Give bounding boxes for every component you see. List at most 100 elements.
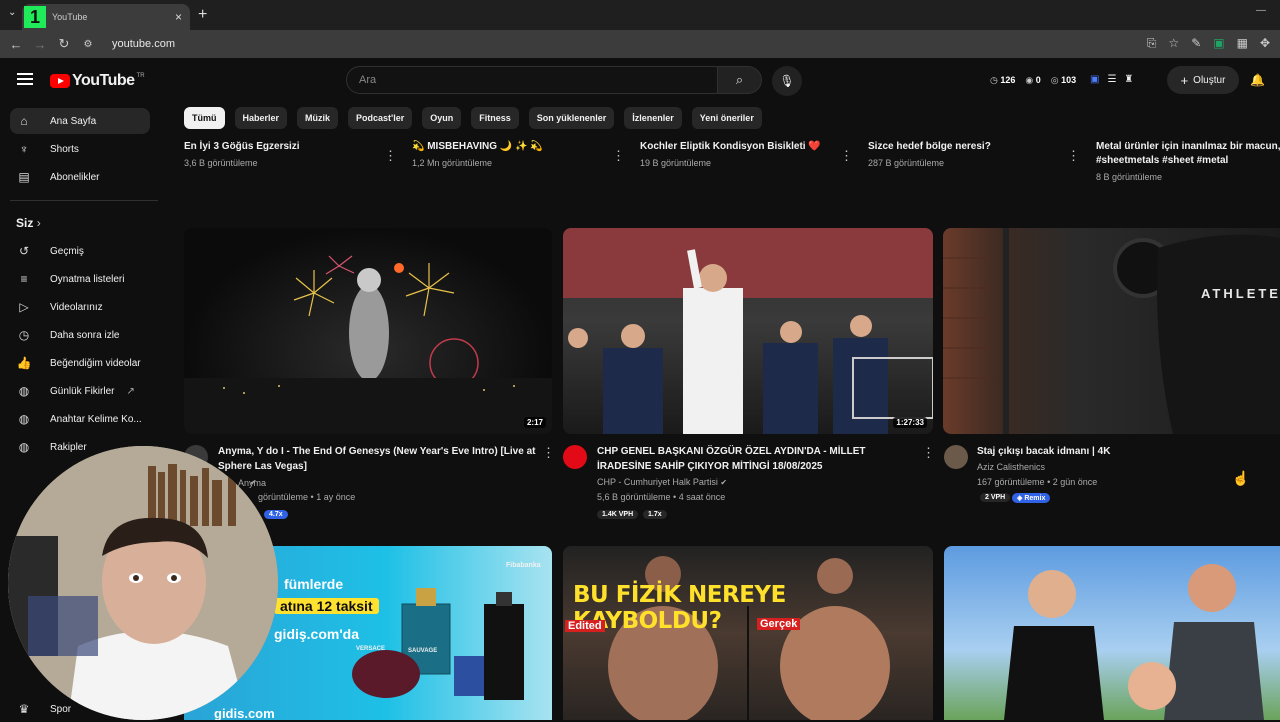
close-tab-icon[interactable]: × bbox=[175, 10, 182, 24]
chip-fitness[interactable]: Fitness bbox=[471, 107, 519, 129]
filter-chips: Tümü Haberler Müzik Podcast'ler Oyun Fit… bbox=[184, 107, 762, 129]
notifications-bell-icon[interactable]: 🔔 bbox=[1250, 73, 1265, 87]
sidebar-item-your-videos[interactable]: ▷ Videolarınız bbox=[10, 294, 150, 320]
more-actions-icon[interactable]: ⋮ bbox=[840, 148, 853, 164]
channel-name[interactable]: CHP - Cumhuriyet Halk Partisi ✔ bbox=[597, 477, 727, 487]
sidebar-item-home[interactable]: ⌂ Ana Sayfa bbox=[10, 108, 150, 134]
chip-all[interactable]: Tümü bbox=[184, 107, 225, 129]
sidebar-item-gunluk-fikirler[interactable]: ◍ Günlük Fikirler ↗ bbox=[10, 378, 150, 404]
more-actions-icon[interactable]: ⋮ bbox=[612, 148, 625, 164]
verified-icon: ✔ bbox=[250, 478, 257, 487]
short-item[interactable]: Kochler Eliptik Kondisyon Bisikleti ❤️ 1… bbox=[640, 140, 840, 168]
sidebar-item-history[interactable]: ↺ Geçmiş bbox=[10, 238, 150, 264]
short-item[interactable]: 💫 MISBEHAVING 🌙 ✨ 💫 1,2 Mn görüntüleme bbox=[412, 140, 612, 168]
youtube-logo[interactable]: YouTube TR bbox=[50, 72, 145, 90]
short-item[interactable]: Sizce hedef bölge neresi? 287 B görüntül… bbox=[868, 140, 1068, 168]
search-button[interactable]: ⌕ bbox=[718, 66, 762, 94]
channel-avatar[interactable] bbox=[563, 445, 587, 469]
versace-label: VERSACE bbox=[356, 646, 386, 652]
url-field[interactable]: youtube.com bbox=[112, 38, 175, 50]
video-duration: 2:17 bbox=[523, 417, 546, 428]
new-tab-icon[interactable]: + bbox=[198, 6, 207, 24]
short-views: 287 B görüntüleme bbox=[868, 158, 945, 168]
search-input[interactable]: Ara bbox=[346, 66, 718, 94]
video-title[interactable]: Anyma, Y do I - The End Of Genesys (New … bbox=[218, 444, 538, 474]
short-item[interactable]: Metal ürünler için inanılmaz bir macun, … bbox=[1096, 140, 1280, 182]
chip-podcasts[interactable]: Podcast'ler bbox=[348, 107, 413, 129]
video-title[interactable]: CHP GENEL BAŞKANI ÖZGÜR ÖZEL AYDIN'DA - … bbox=[597, 444, 917, 474]
video-meta: 167 görüntüleme • 2 gün önce bbox=[977, 477, 1098, 487]
chip-music[interactable]: Müzik bbox=[297, 107, 339, 129]
reload-icon[interactable]: ↻ bbox=[52, 36, 76, 52]
browser-tab[interactable]: 1 YouTube × bbox=[22, 4, 190, 30]
channel-name[interactable]: Aziz Calisthenics bbox=[977, 462, 1045, 472]
shirt-text: ATHLETE bbox=[1201, 286, 1280, 301]
gercek-label: Gerçek bbox=[757, 618, 801, 630]
sidebar-item-subscriptions[interactable]: ▤ Abonelikler bbox=[10, 164, 150, 190]
tab-search-icon[interactable]: ⌄ bbox=[8, 7, 16, 18]
site-info-icon[interactable]: ⚙ bbox=[76, 39, 100, 50]
install-app-icon[interactable]: ⎘ bbox=[1147, 36, 1157, 51]
menu-icon[interactable] bbox=[17, 73, 33, 85]
playlist-icon: ◍ bbox=[18, 412, 30, 426]
chip-news[interactable]: Haberler bbox=[234, 107, 288, 129]
youtube-play-icon bbox=[50, 74, 70, 88]
trophy-icon: ♛ bbox=[18, 702, 30, 716]
more-actions-icon[interactable]: ⋮ bbox=[542, 445, 555, 461]
sidebar-you-header[interactable]: Siz › bbox=[16, 216, 41, 230]
chip-gaming[interactable]: Oyun bbox=[422, 107, 462, 129]
sauvage-label: SAUVAGE bbox=[408, 648, 438, 654]
video-duration: 1:27:33 bbox=[893, 417, 927, 428]
channel-avatar[interactable] bbox=[944, 445, 968, 469]
video-meta: 5,6 B görüntüleme • 4 saat önce bbox=[597, 492, 726, 502]
video-thumbnail[interactable] bbox=[944, 546, 1280, 720]
mic-icon: 🎙 bbox=[779, 74, 795, 88]
video-thumbnail[interactable]: 1:27:33 bbox=[563, 228, 933, 434]
more-actions-icon[interactable]: ⋮ bbox=[1067, 148, 1080, 164]
edited-label: Edited bbox=[565, 620, 605, 632]
bookmark-star-icon[interactable]: ☆ bbox=[1168, 36, 1179, 51]
create-button[interactable]: + Oluştur bbox=[1167, 66, 1239, 94]
chip-watched[interactable]: İzlenenler bbox=[624, 107, 682, 129]
video-thumbnail[interactable]: ATHLETE bbox=[943, 228, 1280, 434]
vph-pill: 1.4K VPH bbox=[597, 510, 639, 519]
extension-grid-icon[interactable]: ▦ bbox=[1237, 36, 1248, 51]
sidebar-item-watch-later[interactable]: ◷ Daha sonra izle bbox=[10, 322, 150, 348]
short-item[interactable]: En İyi 3 Göğüs Egzersizi 3,6 B görüntüle… bbox=[184, 140, 384, 168]
more-actions-icon[interactable]: ⋮ bbox=[384, 148, 397, 164]
extensions-puzzle-icon[interactable]: ✥ bbox=[1260, 36, 1270, 51]
shorts-icon: ♆ bbox=[19, 142, 29, 156]
sidebar-item-shorts[interactable]: ♆ Shorts bbox=[10, 136, 150, 162]
short-title[interactable]: Sizce hedef bölge neresi? bbox=[868, 140, 1068, 154]
video-thumbnail[interactable]: BU FİZİK NEREYE KAYBOLDU? Edited Gerçek bbox=[563, 546, 933, 720]
browser-tabbar: ⌄ 1 YouTube × + — bbox=[0, 0, 1280, 30]
ad-text-line1: fümlerde bbox=[284, 576, 344, 592]
voice-search-button[interactable]: 🎙 bbox=[772, 66, 802, 96]
ext-list-icon[interactable]: ☰ bbox=[1107, 74, 1116, 85]
sidebar-item-anahtar-kelime[interactable]: ◍ Anahtar Kelime Ko... bbox=[10, 406, 150, 432]
forward-icon[interactable]: → bbox=[28, 37, 52, 52]
minimize-icon[interactable]: — bbox=[1256, 5, 1266, 16]
sidebar-item-liked[interactable]: 👍 Beğendiğim videolar bbox=[10, 350, 150, 376]
ext-trophy-icon[interactable]: ♜ bbox=[1124, 74, 1133, 85]
short-views: 19 B görüntüleme bbox=[640, 158, 712, 168]
chip-new-to-you[interactable]: Yeni öneriler bbox=[691, 107, 762, 129]
extension-green-icon[interactable]: ▣ bbox=[1213, 36, 1224, 51]
ad-text-line2: atına 12 taksit bbox=[274, 598, 379, 614]
back-icon[interactable]: ← bbox=[4, 37, 28, 52]
fireworks-figure-image bbox=[184, 255, 552, 434]
short-title[interactable]: Kochler Eliptik Kondisyon Bisikleti ❤️ bbox=[640, 140, 840, 154]
short-title[interactable]: En İyi 3 Göğüs Egzersizi bbox=[184, 140, 384, 154]
video-thumbnail[interactable]: 2:17 bbox=[184, 228, 552, 434]
sidebar-item-playlists[interactable]: ≡ Oynatma listeleri bbox=[10, 266, 150, 292]
liked-icon: 👍 bbox=[16, 356, 32, 370]
stat-clock: ◷ 126 bbox=[990, 75, 1016, 85]
video-title[interactable]: Staj çıkışı bacak idmanı | 4K bbox=[977, 444, 1267, 459]
extension-pen-icon[interactable]: ✎ bbox=[1191, 36, 1201, 51]
chip-recent[interactable]: Son yüklenenler bbox=[528, 107, 615, 129]
ext-blue-icon[interactable]: ▣ bbox=[1090, 74, 1099, 85]
short-title[interactable]: Metal ürünler için inanılmaz bir macun, … bbox=[1096, 140, 1280, 168]
more-actions-icon[interactable]: ⋮ bbox=[922, 445, 935, 461]
outlier-score-pill: 1.7x bbox=[643, 510, 667, 519]
short-title[interactable]: 💫 MISBEHAVING 🌙 ✨ 💫 bbox=[412, 140, 612, 154]
